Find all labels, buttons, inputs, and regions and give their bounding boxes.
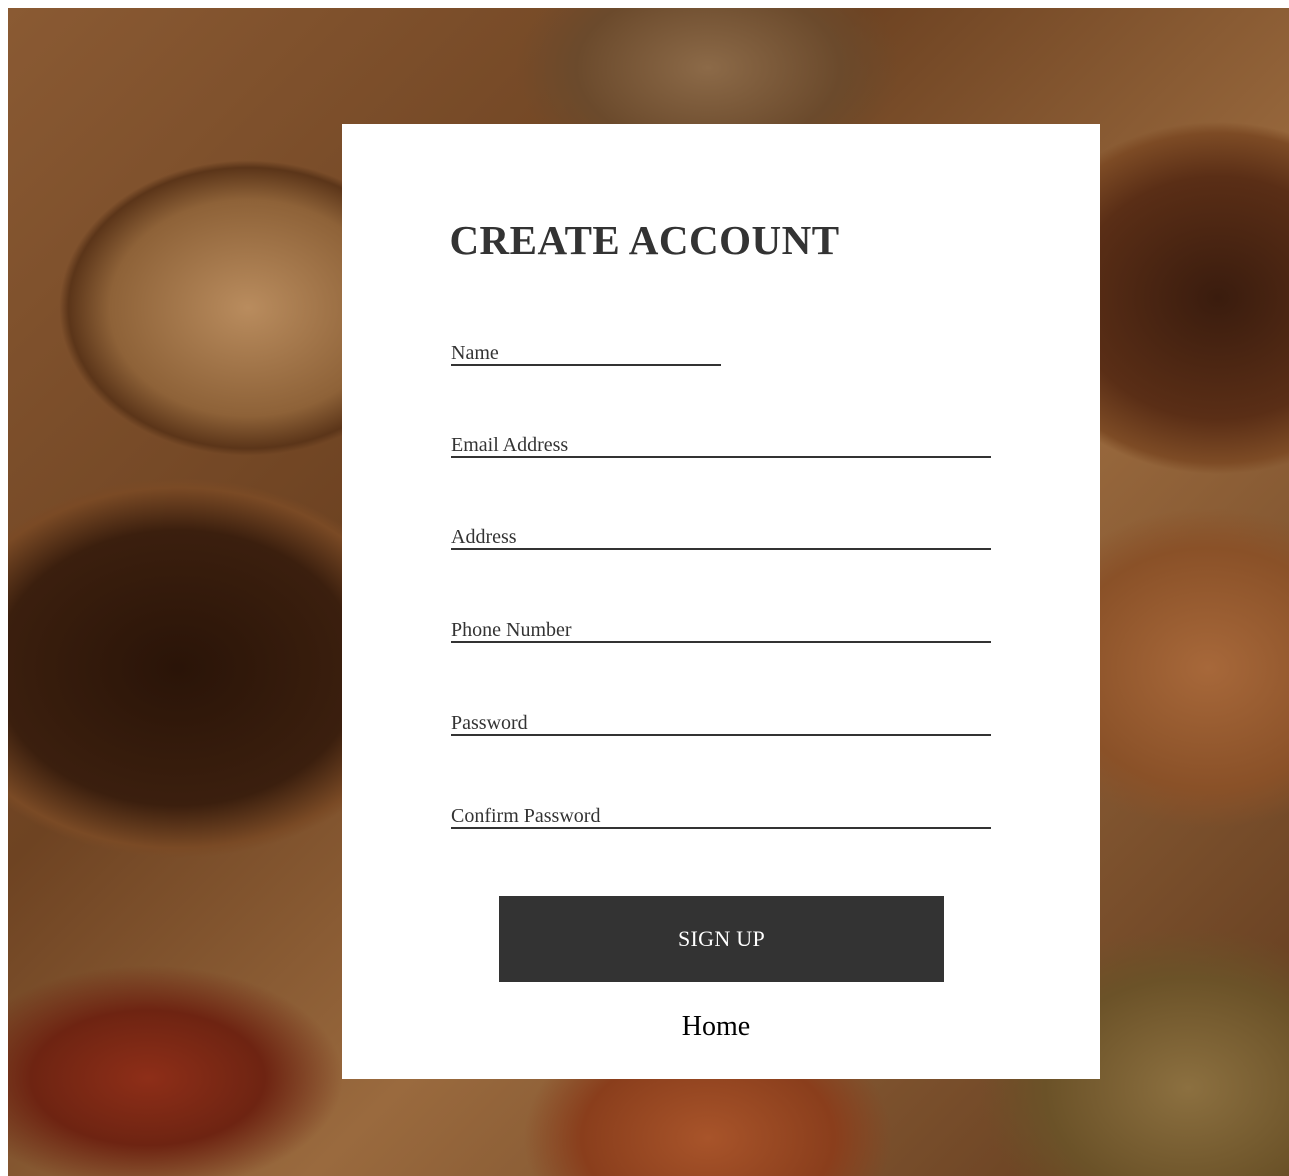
email-input[interactable] xyxy=(451,434,991,456)
phone-field xyxy=(451,619,991,643)
signup-button[interactable]: SIGN UP xyxy=(499,896,944,982)
name-field xyxy=(451,342,721,366)
name-input[interactable] xyxy=(451,342,721,364)
password-input[interactable] xyxy=(451,712,991,734)
confirm-password-field xyxy=(451,805,991,829)
home-link[interactable]: Home xyxy=(642,1006,790,1048)
address-field xyxy=(451,526,991,550)
confirm-password-input[interactable] xyxy=(451,805,991,827)
page-title: CREATE ACCOUNT xyxy=(449,217,840,263)
phone-input[interactable] xyxy=(451,619,991,641)
email-field xyxy=(451,434,991,458)
address-input[interactable] xyxy=(451,526,991,548)
password-field xyxy=(451,712,991,736)
